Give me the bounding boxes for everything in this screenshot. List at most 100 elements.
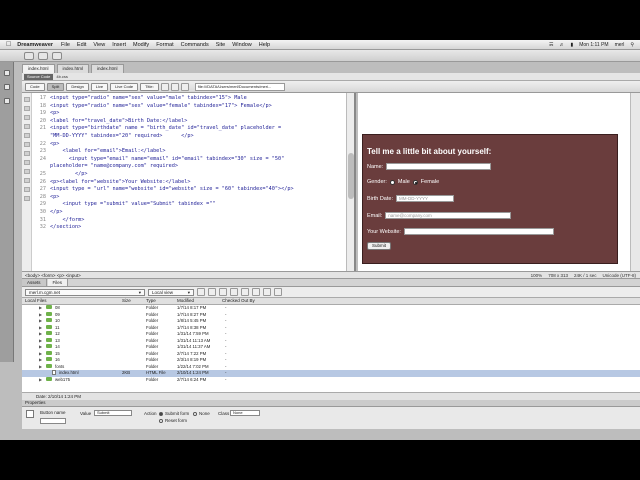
value-input[interactable]: Submit xyxy=(94,410,132,416)
code-text[interactable]: <p><label for="website">Your Website:</l… xyxy=(50,179,191,187)
design-scrollbar[interactable] xyxy=(630,93,640,271)
coding-tool-icon[interactable] xyxy=(24,196,30,201)
code-line[interactable]: "MM-DD-YYYY" tabindex="20" required> </p… xyxy=(32,133,346,141)
coding-tool-icon[interactable] xyxy=(24,115,30,120)
code-line[interactable]: placeholder= "name@company.com" required… xyxy=(32,163,346,171)
expand-arrow-icon[interactable]: ▶ xyxy=(39,364,42,370)
expand-arrow-icon[interactable]: ▶ xyxy=(39,351,42,357)
tab-files[interactable]: Files xyxy=(47,279,69,286)
expand-arrow-icon[interactable]: ▶ xyxy=(39,331,42,337)
code-editor[interactable]: 17 <input type="radio" name="sex" value="… xyxy=(22,93,356,271)
properties-header[interactable]: Properties xyxy=(22,400,640,407)
connect-icon[interactable] xyxy=(197,288,205,296)
expand-icon[interactable] xyxy=(274,288,282,296)
expand-arrow-icon[interactable]: ▶ xyxy=(39,357,42,363)
panel-toggle-icon[interactable] xyxy=(4,84,10,90)
menu-modify[interactable]: Modify xyxy=(133,42,149,48)
coding-tool-icon[interactable] xyxy=(24,97,30,102)
code-line[interactable]: 21 <input type="birthdate" name = "birth_… xyxy=(32,125,346,133)
expand-arrow-icon[interactable]: ▶ xyxy=(39,338,42,344)
menu-format[interactable]: Format xyxy=(156,42,173,48)
female-radio[interactable] xyxy=(412,179,418,185)
expand-arrow-icon[interactable]: ▶ xyxy=(39,312,42,318)
coding-tool-icon[interactable] xyxy=(24,151,30,156)
code-line[interactable]: 32 </section> xyxy=(32,224,346,232)
file-management-icon[interactable] xyxy=(160,82,169,91)
expand-arrow-icon[interactable]: ▶ xyxy=(39,344,42,350)
view-select[interactable]: Local view ▾ xyxy=(148,288,194,296)
submit-button[interactable]: Submit xyxy=(367,242,392,250)
doc-tab[interactable]: index.html xyxy=(22,64,55,73)
code-line[interactable]: 20 <label for="travel_date">Birth Date:</… xyxy=(32,118,346,126)
live-view-button[interactable]: Live xyxy=(90,82,109,91)
code-line[interactable]: 28 <p> xyxy=(32,194,346,202)
code-text[interactable]: <input type="radio" name="sex" value="fe… xyxy=(50,103,272,111)
expand-arrow-icon[interactable]: ▶ xyxy=(39,325,42,331)
code-text[interactable]: <label for="travel_date">Birth Date:</la… xyxy=(50,118,187,126)
file-row[interactable]: ▶ web175 Folder 2/7/14 6:24 PM - xyxy=(22,376,640,384)
column-checked-out-by[interactable]: Checked Out By xyxy=(222,298,255,304)
coding-tool-icon[interactable] xyxy=(24,142,30,147)
wifi-icon[interactable]: ☴ xyxy=(549,42,553,48)
layout-button[interactable] xyxy=(24,51,34,60)
code-line[interactable]: 17 <input type="radio" name="sex" value="… xyxy=(32,95,346,103)
code-text[interactable]: <input type = "url" name="website" id="w… xyxy=(50,186,294,194)
menu-file[interactable]: File xyxy=(61,42,70,48)
code-line[interactable]: 31 </form> xyxy=(32,217,346,225)
code-line[interactable]: 22 <p> xyxy=(32,141,346,149)
app-name-menu[interactable]: Dreamweaver xyxy=(17,42,53,48)
menu-commands[interactable]: Commands xyxy=(181,42,209,48)
coding-tool-icon[interactable] xyxy=(24,160,30,165)
panel-toggle-icon[interactable] xyxy=(4,70,10,76)
email-input[interactable]: name@company.com xyxy=(385,212,512,219)
source-code-tab[interactable]: Source Code xyxy=(24,73,54,80)
scroll-thumb[interactable] xyxy=(348,153,354,199)
check-in-icon[interactable] xyxy=(252,288,260,296)
sync-icon[interactable] xyxy=(263,288,271,296)
code-text[interactable]: </section> xyxy=(50,224,81,232)
refresh-icon[interactable] xyxy=(180,82,189,91)
user-name[interactable]: merl xyxy=(615,42,625,48)
split-view-button[interactable]: Split xyxy=(46,82,65,91)
refresh-icon[interactable] xyxy=(208,288,216,296)
related-file-tab[interactable]: 4b.css xyxy=(56,74,68,79)
clock[interactable]: Mon 1:11 PM xyxy=(579,42,608,48)
code-line[interactable]: 23 <label for="email">Email:</label> xyxy=(32,148,346,156)
coding-tool-icon[interactable] xyxy=(24,106,30,111)
code-text[interactable]: <p> xyxy=(50,110,59,118)
menu-view[interactable]: View xyxy=(93,42,105,48)
expand-arrow-icon[interactable]: ▶ xyxy=(39,377,42,383)
code-text[interactable]: </p> xyxy=(50,209,63,217)
code-line[interactable]: 29 <input type ="submit" value="Submit" … xyxy=(32,201,346,209)
panel-toggle-icon[interactable] xyxy=(4,98,10,104)
code-view-button[interactable]: Code xyxy=(25,82,45,91)
submit-form-radio[interactable] xyxy=(159,412,163,416)
preview-browser-icon[interactable] xyxy=(170,82,179,91)
name-input[interactable] xyxy=(386,163,492,170)
code-text[interactable]: <p> xyxy=(50,194,59,202)
website-input[interactable] xyxy=(403,228,554,235)
reset-form-radio[interactable] xyxy=(159,419,163,423)
code-line[interactable]: 26 <p><label for="website">Your Website:<… xyxy=(32,179,346,187)
design-view-button[interactable]: Design xyxy=(66,82,89,91)
doc-tab[interactable]: index.html xyxy=(56,64,90,73)
check-out-icon[interactable] xyxy=(241,288,249,296)
code-text[interactable]: </form> xyxy=(50,217,84,225)
extend-button[interactable] xyxy=(38,51,48,60)
code-text[interactable]: <input type="email" name="email" id="ema… xyxy=(50,156,285,164)
code-text[interactable]: </p> xyxy=(50,171,88,179)
apple-icon[interactable]:  xyxy=(6,41,11,48)
code-line[interactable]: 30 </p> xyxy=(32,209,346,217)
coding-tool-icon[interactable] xyxy=(24,178,30,183)
menu-insert[interactable]: Insert xyxy=(112,42,126,48)
coding-tool-icon[interactable] xyxy=(24,169,30,174)
code-text[interactable]: <input type ="submit" value="Submit" tab… xyxy=(50,201,215,209)
column-modified[interactable]: Modified xyxy=(177,298,194,304)
tab-assets[interactable]: Assets xyxy=(22,279,47,286)
column-size[interactable]: Size xyxy=(122,298,131,304)
live-code-button[interactable]: Live Code xyxy=(110,82,139,91)
put-files-icon[interactable] xyxy=(230,288,238,296)
menu-site[interactable]: Site xyxy=(216,42,225,48)
doc-tab[interactable]: index.html xyxy=(91,64,124,73)
birth-date-input[interactable]: MM-DD-YYYY xyxy=(395,195,454,202)
